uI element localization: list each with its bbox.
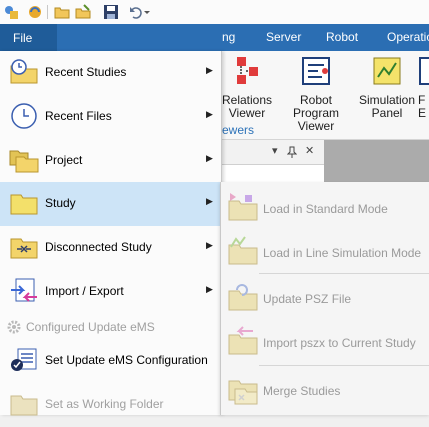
undo-icon[interactable]: [128, 4, 144, 20]
relations-viewer-label2: Viewer: [228, 106, 266, 120]
clock-icon: [11, 103, 37, 129]
relations-viewer-button[interactable]: Relations Viewer: [222, 55, 272, 120]
menu-item-label: Recent Files: [45, 109, 112, 123]
menu-item-recent-studies[interactable]: Recent Studies ▶: [0, 51, 221, 95]
simulation-panel-label2: Panel: [371, 106, 403, 120]
simulation-panel-button[interactable]: Simulation Panel: [358, 55, 416, 120]
menu-item-set-as-working-folder[interactable]: Set as Working Folder: [0, 383, 221, 427]
tab-operation[interactable]: Operatio: [387, 30, 429, 44]
refresh-icon[interactable]: [27, 4, 43, 20]
file-menu: Recent Studies ▶ Recent Files ▶ Project …: [0, 51, 222, 416]
tab-robot[interactable]: Robot: [326, 30, 358, 44]
save-icon[interactable]: [103, 4, 119, 20]
open-folder-icon[interactable]: [54, 4, 70, 20]
toolbar-separator: [47, 5, 48, 19]
submenu-arrow-icon: ▶: [206, 196, 213, 206]
menu-item-recent-files[interactable]: Recent Files ▶: [0, 95, 221, 139]
folder-clock-icon: [10, 59, 38, 84]
import-export-icon: [11, 278, 37, 302]
ribbon-group-label: ewers: [222, 123, 255, 137]
menu-item-label: Set as Working Folder: [45, 397, 164, 411]
file-tab-label: File: [13, 31, 33, 45]
panel-header: ▾ ✕: [220, 140, 324, 165]
menu-item-configured-update-ems[interactable]: Configured Update eMS: [0, 316, 221, 338]
submenu-item-merge-studies[interactable]: Merge Studies: [221, 367, 429, 411]
robot-program-viewer-label1: Robot Program: [292, 93, 339, 120]
menu-item-project[interactable]: Project ▶: [0, 139, 221, 183]
partial-ribbon-button[interactable]: F E: [418, 55, 429, 120]
folders-icon: [9, 150, 39, 173]
menu-item-label: Disconnected Study: [45, 240, 152, 254]
panel-pin-icon[interactable]: [287, 146, 297, 158]
partial-button-label2: E: [418, 106, 427, 120]
submenu-arrow-icon: ▶: [206, 65, 213, 75]
ribbon-tab-bar: ng Server Robot Operatio: [0, 24, 429, 51]
simulation-panel-icon: [373, 57, 401, 85]
submenu-item-update-psz-file[interactable]: Update PSZ File: [221, 275, 429, 319]
robot-program-viewer-icon: [302, 57, 330, 85]
submenu-item-label: Import pszx to Current Study: [263, 336, 416, 350]
quick-access-toolbar: [0, 0, 429, 25]
submenu-separator: [259, 365, 429, 366]
load-line-sim-icon: [228, 236, 258, 265]
study-submenu: Load in Standard Mode Load in Line Simul…: [220, 182, 429, 415]
relations-viewer-icon: [237, 57, 258, 84]
merge-studies-icon: [228, 380, 258, 405]
menu-item-label: Set Update eMS Configuration: [45, 353, 208, 367]
submenu-arrow-icon: ▶: [206, 284, 213, 294]
load-standard-icon: [228, 193, 258, 221]
partial-button-icon: [419, 57, 429, 85]
submenu-item-label: Load in Line Simulation Mode: [263, 246, 422, 260]
folder-disconnect-icon: [10, 238, 38, 259]
folder-icon: [10, 194, 38, 215]
menu-item-label: Configured Update eMS: [26, 320, 155, 334]
submenu-item-import-pszx[interactable]: Import pszx to Current Study: [221, 319, 429, 363]
menu-item-disconnected-study[interactable]: Disconnected Study ▶: [0, 226, 221, 270]
robot-program-viewer-button[interactable]: Robot Program Viewer: [276, 55, 356, 133]
menu-item-label: Study: [45, 196, 76, 210]
app-icon[interactable]: [3, 4, 19, 20]
file-tab[interactable]: File: [0, 24, 57, 51]
menu-item-set-update-ems-configuration[interactable]: Set Update eMS Configuration: [0, 339, 221, 383]
submenu-item-label: Update PSZ File: [263, 292, 352, 306]
submenu-arrow-icon: ▶: [206, 109, 213, 119]
menu-item-label: Import / Export: [45, 284, 124, 298]
menu-item-label: Project: [45, 153, 83, 167]
menu-item-label: Recent Studies: [45, 65, 127, 79]
menu-item-study[interactable]: Study ▶: [0, 182, 221, 226]
submenu-arrow-icon: ▶: [206, 153, 213, 163]
panel-dropdown-icon[interactable]: ▾: [272, 144, 278, 157]
submenu-item-load-line-simulation-mode[interactable]: Load in Line Simulation Mode: [221, 229, 429, 273]
submenu-separator: [259, 273, 429, 274]
update-psz-icon: [228, 284, 258, 311]
panel-close-icon[interactable]: ✕: [305, 144, 314, 157]
dropdown-icon[interactable]: [143, 4, 151, 20]
submenu-item-label: Merge Studies: [263, 384, 341, 398]
menu-item-import-export[interactable]: Import / Export ▶: [0, 270, 221, 314]
tab-server[interactable]: Server: [266, 30, 301, 44]
robot-program-viewer-label2: Viewer: [297, 119, 335, 133]
import-pszx-icon: [228, 326, 258, 355]
submenu-item-label: Load in Standard Mode: [263, 202, 388, 216]
tab-partial[interactable]: ng: [222, 30, 235, 44]
config-list-icon: [11, 348, 37, 371]
gear-icon: [7, 320, 21, 334]
submenu-item-load-standard-mode[interactable]: Load in Standard Mode: [221, 185, 429, 229]
submenu-arrow-icon: ▶: [206, 240, 213, 250]
edit-folder-icon[interactable]: [75, 4, 91, 20]
